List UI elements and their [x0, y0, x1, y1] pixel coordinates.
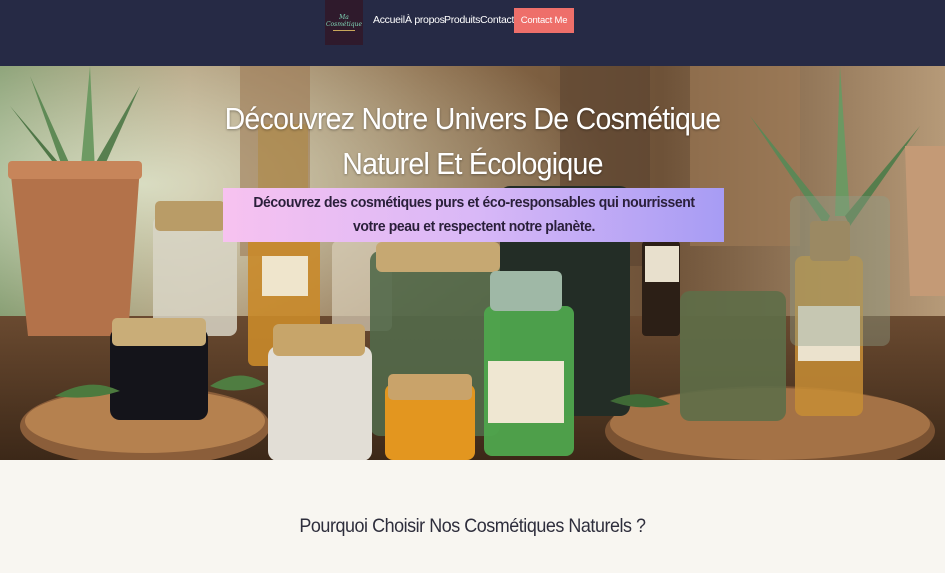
hero-banner: Découvrez Notre Univers De Cosmétique Na… — [0, 66, 945, 460]
hero-subtitle-banner: Découvrez des cosmétiques purs et éco-re… — [223, 188, 724, 242]
section-heading: Pourquoi Choisir Nos Cosmétiques Naturel… — [299, 515, 646, 537]
nav-link-produits[interactable]: Produits — [444, 14, 480, 26]
nav-link-a-propos[interactable]: À propos — [405, 14, 445, 26]
top-navigation-bar: Ma Cosmétique Accueil À propos Produits C… — [0, 0, 945, 66]
nav-link-contact[interactable]: Contact — [480, 14, 514, 26]
logo-underline — [333, 30, 355, 31]
logo-lettering: Ma Cosmétique — [325, 14, 363, 28]
brand-logo[interactable]: Ma Cosmétique — [325, 0, 363, 45]
hero-subtitle: Découvrez des cosmétiques purs et éco-re… — [252, 194, 695, 235]
nav-link-accueil[interactable]: Accueil — [373, 14, 405, 26]
contact-me-button[interactable]: Contact Me — [514, 8, 574, 33]
hero-title: Découvrez Notre Univers De Cosmétique Na… — [224, 101, 722, 181]
